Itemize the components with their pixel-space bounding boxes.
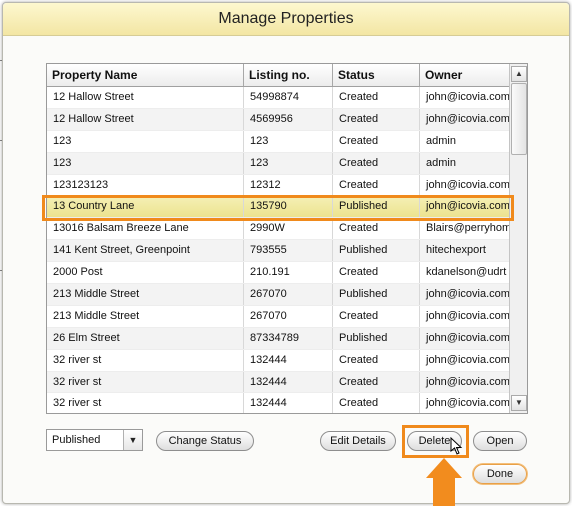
table-row[interactable]: 123 123 Created admin bbox=[47, 130, 509, 153]
column-header-owner[interactable]: Owner bbox=[420, 64, 509, 86]
cell-owner: john@icovia.com bbox=[426, 178, 509, 191]
cell-status: Created bbox=[333, 87, 420, 108]
table-row[interactable]: 32 river st 132444 Created john@icovia.c… bbox=[47, 349, 509, 372]
table-row[interactable]: 26 Elm Street 87334789 Published john@ic… bbox=[47, 327, 509, 350]
status-select-value: Published bbox=[52, 434, 101, 446]
edit-details-button[interactable]: Edit Details bbox=[320, 431, 396, 451]
cell-owner: kdanelson@udrt bbox=[426, 266, 507, 279]
open-button[interactable]: Open bbox=[473, 431, 527, 451]
cell-property-name: 13 Country Lane bbox=[47, 196, 244, 218]
table-row[interactable]: 141 Kent Street, Greenpoint 793555 Publi… bbox=[47, 240, 509, 263]
cell-owner: john@icovia.com bbox=[426, 91, 509, 103]
cell-owner: john@icovia.com bbox=[426, 200, 509, 213]
cell-property-name: 12 Hallow Street bbox=[47, 108, 244, 130]
cell-property-name: 123 bbox=[47, 130, 244, 152]
table-header: Property Name Listing no. Status Owner bbox=[47, 64, 509, 87]
cell-property-name: 141 Kent Street, Greenpoint bbox=[47, 240, 244, 262]
cell-listing-no: 2990W bbox=[244, 218, 333, 240]
table-row[interactable]: 13016 Balsam Breeze Lane 2990W Created B… bbox=[47, 218, 509, 241]
cell-listing-no: 4569956 bbox=[244, 108, 333, 130]
table-row[interactable]: 32 river st 132444 Created john@icovia.c… bbox=[47, 371, 509, 394]
scrollbar-thumb[interactable] bbox=[511, 83, 527, 155]
scroll-up-button[interactable]: ▲ bbox=[511, 66, 527, 82]
chevron-down-icon[interactable]: ▼ bbox=[123, 430, 142, 450]
cell-listing-no: 132444 bbox=[244, 371, 333, 393]
column-header-status[interactable]: Status bbox=[333, 64, 420, 86]
cell-status: Created bbox=[333, 218, 420, 240]
cell-listing-no: 132444 bbox=[244, 393, 333, 413]
cell-owner: john@icovia.com bbox=[426, 112, 509, 125]
cell-owner: john@icovia.com bbox=[426, 375, 509, 388]
cell-property-name: 26 Elm Street bbox=[47, 327, 244, 349]
cell-status: Created bbox=[333, 130, 420, 152]
cell-owner: hitechexport bbox=[426, 244, 486, 257]
arrow-shaft bbox=[433, 476, 455, 506]
cell-listing-no: 54998874 bbox=[244, 87, 333, 108]
cell-owner: admin bbox=[426, 156, 456, 169]
table-row[interactable]: 213 Middle Street 267070 Published john@… bbox=[47, 284, 509, 306]
cell-owner: john@icovia.com bbox=[426, 397, 509, 410]
cell-status: Published bbox=[333, 196, 420, 218]
cell-listing-no: 12312 bbox=[244, 174, 333, 196]
cell-listing-no: 210.191 bbox=[244, 262, 333, 284]
triangle-up-icon: ▲ bbox=[515, 69, 523, 78]
pointer-cursor-icon bbox=[450, 437, 463, 455]
table-scrollbar[interactable]: ▲ ▼ bbox=[509, 64, 527, 413]
cell-property-name: 123 bbox=[47, 152, 244, 174]
cell-listing-no: 123 bbox=[244, 152, 333, 174]
cell-listing-no: 135790 bbox=[244, 196, 333, 218]
cell-property-name: 32 river st bbox=[47, 371, 244, 393]
cell-status: Created bbox=[333, 174, 420, 196]
cell-status: Created bbox=[333, 349, 420, 371]
cell-owner: Blairs@perryhomes bbox=[426, 222, 509, 235]
table-row[interactable]: 32 river st 132444 Created john@icovia.c… bbox=[47, 393, 509, 413]
cell-owner: john@icovia.com bbox=[426, 288, 509, 301]
cell-property-name: 123123123 bbox=[47, 174, 244, 196]
cell-owner: john@icovia.com bbox=[426, 353, 509, 366]
cell-status: Created bbox=[333, 305, 420, 327]
cell-listing-no: 132444 bbox=[244, 349, 333, 371]
cell-listing-no: 87334789 bbox=[244, 327, 333, 349]
cell-status: Created bbox=[333, 393, 420, 413]
cell-status: Created bbox=[333, 108, 420, 130]
table-row[interactable]: 123 123 Created admin bbox=[47, 152, 509, 175]
cell-property-name: 32 river st bbox=[47, 349, 244, 371]
table-row[interactable]: 12 Hallow Street 4569956 Created john@ic… bbox=[47, 108, 509, 131]
cell-owner: admin bbox=[426, 134, 456, 147]
table-row[interactable]: 12 Hallow Street 54998874 Created john@i… bbox=[47, 87, 509, 109]
cell-listing-no: 793555 bbox=[244, 240, 333, 262]
cell-listing-no: 123 bbox=[244, 130, 333, 152]
cell-status: Published bbox=[333, 284, 420, 305]
column-header-listing-no[interactable]: Listing no. bbox=[244, 64, 333, 86]
cell-property-name: 213 Middle Street bbox=[47, 305, 244, 327]
cell-property-name: 213 Middle Street bbox=[47, 284, 244, 305]
scroll-down-button[interactable]: ▼ bbox=[511, 395, 527, 411]
cell-listing-no: 267070 bbox=[244, 284, 333, 305]
cell-property-name: 13016 Balsam Breeze Lane bbox=[47, 218, 244, 240]
cell-status: Published bbox=[333, 327, 420, 349]
cell-status: Published bbox=[333, 240, 420, 262]
cell-listing-no: 267070 bbox=[244, 305, 333, 327]
cell-property-name: 12 Hallow Street bbox=[47, 87, 244, 108]
arrow-up-icon bbox=[426, 458, 462, 478]
table-row[interactable]: 2000 Post 210.191 Created kdanelson@udrt bbox=[47, 262, 509, 285]
cell-owner: john@icovia.com bbox=[426, 331, 509, 344]
cell-property-name: 2000 Post bbox=[47, 262, 244, 284]
table-row-selected[interactable]: 13 Country Lane 135790 Published john@ic… bbox=[47, 196, 509, 219]
cell-owner: john@icovia.com bbox=[426, 309, 509, 322]
triangle-down-icon: ▼ bbox=[515, 398, 523, 407]
properties-table: Property Name Listing no. Status Owner 1… bbox=[46, 63, 528, 414]
column-header-property-name[interactable]: Property Name bbox=[47, 64, 244, 86]
cell-status: Created bbox=[333, 371, 420, 393]
dialog-title: Manage Properties bbox=[3, 3, 569, 36]
table-row[interactable]: 213 Middle Street 267070 Created john@ic… bbox=[47, 305, 509, 328]
status-select[interactable]: Published ▼ bbox=[46, 429, 143, 451]
change-status-button[interactable]: Change Status bbox=[156, 431, 254, 451]
cell-status: Created bbox=[333, 262, 420, 284]
done-button[interactable]: Done bbox=[473, 464, 527, 484]
table-body: 12 Hallow Street 54998874 Created john@i… bbox=[47, 87, 509, 413]
table-row[interactable]: 123123123 12312 Created john@icovia.com bbox=[47, 174, 509, 197]
cell-status: Created bbox=[333, 152, 420, 174]
cell-property-name: 32 river st bbox=[47, 393, 244, 413]
